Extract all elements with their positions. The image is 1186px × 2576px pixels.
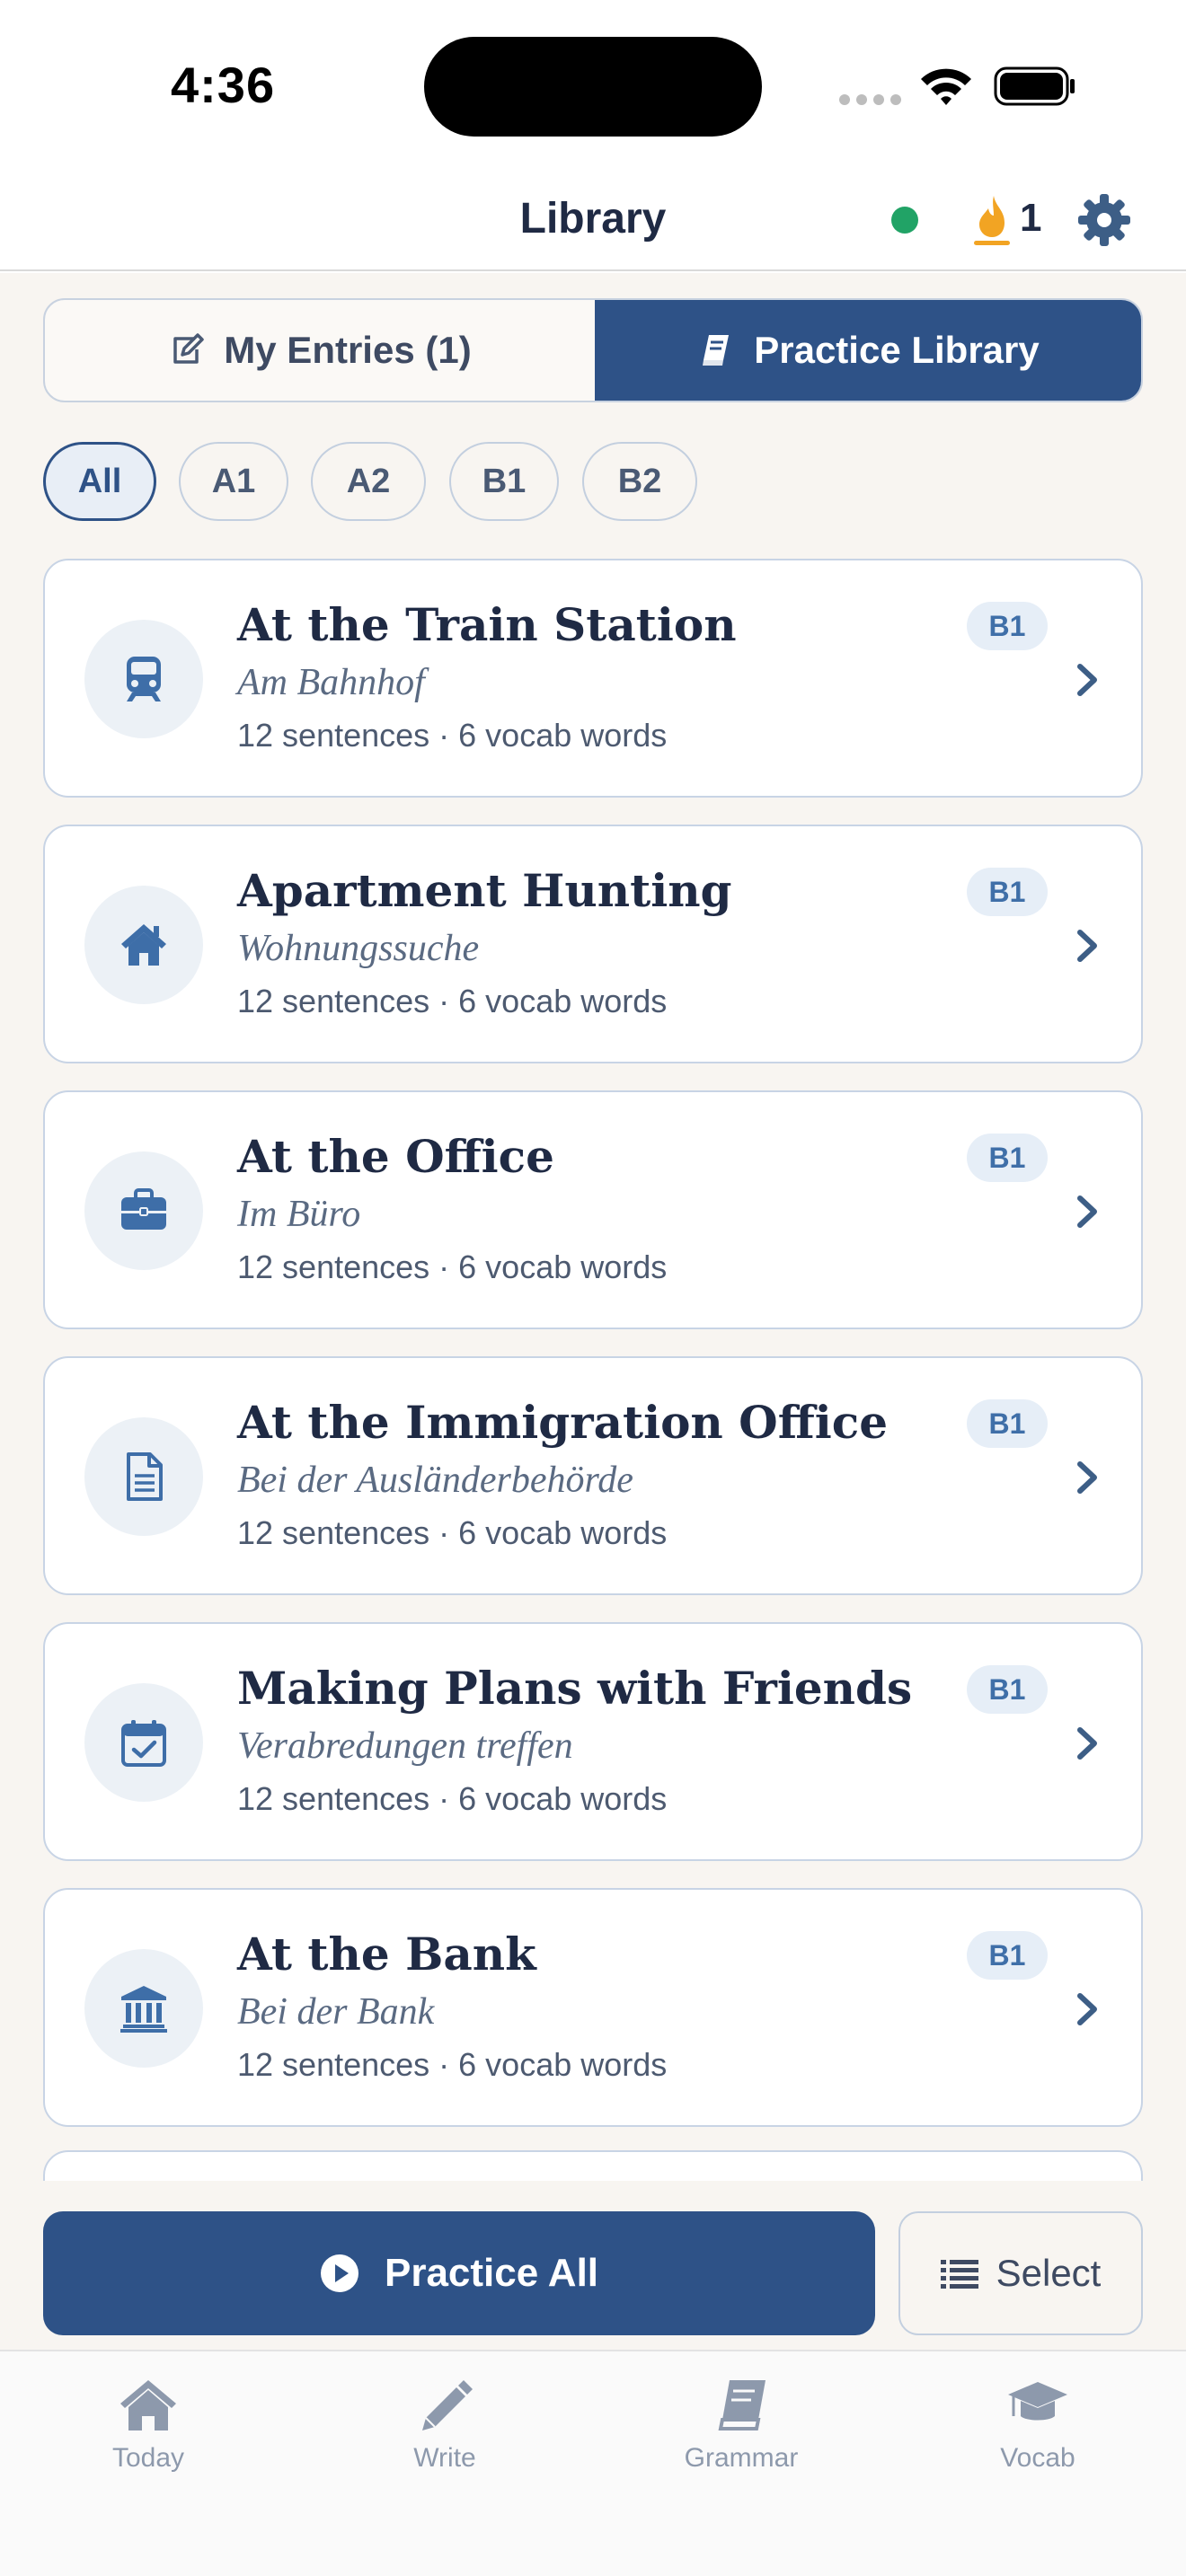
tab-vocab[interactable]: Vocab [890,2377,1186,2493]
train-icon [127,657,161,701]
level-badge: B1 [967,868,1048,916]
lesson-title: At the Train Station [237,598,737,651]
lesson-card[interactable]: At the Immigration Office Bei der Auslän… [43,1356,1143,1595]
tab-write[interactable]: Write [296,2377,593,2493]
bank-icon [120,1986,167,2033]
tab-vocab-label: Vocab [1000,2443,1075,2473]
book-icon [718,2380,766,2430]
lesson-subtitle: Am Bahnhof [237,662,425,703]
lesson-meta: 12 sentences · 6 vocab words [237,983,668,1019]
wifi-icon [921,68,971,105]
lesson-subtitle: Bei der Ausländerbehörde [237,1460,633,1501]
chevron-right-icon [1077,1993,1097,2025]
play-circle-icon [320,2254,358,2292]
tab-bar: Today Write Grammar Vocab [0,2350,1186,2576]
level-badge: B1 [967,1665,1048,1714]
lesson-meta: 12 sentences · 6 vocab words [237,2046,668,2083]
flame-icon[interactable] [970,192,1013,246]
lesson-title: Making Plans with Friends [237,1662,913,1715]
pencil-icon [422,2380,473,2430]
tab-my-entries-label: My Entries (1) [224,329,472,371]
tab-practice-library-label: Practice Library [754,329,1040,371]
edit-icon [173,333,205,364]
action-bar: Practice All Select [0,2181,1186,2350]
streak-count[interactable]: 1 [1020,196,1041,241]
house-icon [121,924,166,966]
status-bar: 4:36 [0,0,1186,171]
lesson-subtitle: Wohnungssuche [237,928,480,969]
tab-write-label: Write [413,2443,476,2473]
nav-header: Library 1 [0,171,1186,271]
lesson-meta: 12 sentences · 6 vocab words [237,1248,668,1285]
tab-practice-library[interactable]: Practice Library [595,300,1141,401]
level-badge: B1 [967,602,1048,650]
lesson-title: Apartment Hunting [237,864,732,917]
level-badge: B1 [967,1931,1048,1980]
library-content[interactable]: My Entries (1) Practice Library All A1 A… [0,273,1186,2181]
gear-icon[interactable] [1076,192,1132,248]
graduation-cap-icon [1008,2382,1067,2421]
practice-all-button[interactable]: Practice All [43,2211,875,2335]
lesson-title: At the Office [237,1130,554,1183]
house-icon [120,2380,176,2430]
lesson-card[interactable] [43,2150,1143,2181]
calendar-check-icon [121,1720,166,1767]
filter-chip-a1[interactable]: A1 [179,442,288,521]
lesson-icon-badge [84,1151,203,1270]
chevron-right-icon [1077,1195,1097,1228]
lesson-meta: 12 sentences · 6 vocab words [237,717,668,754]
lesson-card[interactable]: At the Office Im Büro 12 sentences · 6 v… [43,1090,1143,1329]
lesson-subtitle: Bei der Bank [237,1991,435,2033]
list-icon [940,2260,978,2289]
lesson-icon-badge [84,886,203,1004]
lesson-meta: 12 sentences · 6 vocab words [237,1780,668,1817]
chevron-right-icon [1077,664,1097,696]
cellular-signal-icon [839,94,902,105]
briefcase-icon [121,1188,166,1230]
battery-icon [994,66,1075,106]
dynamic-island [424,37,762,137]
lesson-title: At the Bank [237,1928,536,1981]
tab-my-entries[interactable]: My Entries (1) [45,300,595,401]
tab-today-label: Today [111,2443,185,2473]
lesson-icon-badge [84,1417,203,1536]
lesson-card[interactable]: At the Train Station Am Bahnhof 12 sente… [43,559,1143,798]
lesson-subtitle: Im Büro [237,1194,361,1235]
chevron-right-icon [1077,930,1097,962]
tab-grammar[interactable]: Grammar [593,2377,890,2493]
lesson-icon-badge [84,620,203,738]
lesson-title: At the Immigration Office [237,1396,889,1449]
lesson-subtitle: Verabredungen treffen [237,1725,573,1767]
status-time: 4:36 [171,57,276,113]
lesson-icon-badge [84,1683,203,1802]
book-icon [703,335,730,366]
filter-chip-b1[interactable]: B1 [449,442,559,521]
document-icon [127,1452,163,1501]
practice-all-label: Practice All [384,2251,599,2295]
library-segmented-control: My Entries (1) Practice Library [43,298,1143,402]
chevron-right-icon [1077,1727,1097,1760]
lesson-card[interactable]: Making Plans with Friends Verabredungen … [43,1622,1143,1861]
filter-chip-b2[interactable]: B2 [582,442,697,521]
filter-chip-all[interactable]: All [43,442,156,521]
chevron-right-icon [1077,1461,1097,1494]
select-label: Select [996,2252,1102,2294]
tab-grammar-label: Grammar [684,2443,799,2473]
filter-chip-a2[interactable]: A2 [311,442,426,521]
level-badge: B1 [967,1134,1048,1182]
tab-today[interactable]: Today [0,2377,296,2493]
lesson-card[interactable]: Apartment Hunting Wohnungssuche 12 sente… [43,825,1143,1063]
lesson-meta: 12 sentences · 6 vocab words [237,1514,668,1551]
level-badge: B1 [967,1399,1048,1448]
lesson-icon-badge [84,1949,203,2068]
lesson-card[interactable]: At the Bank Bei der Bank 12 sentences · … [43,1888,1143,2127]
online-status-dot [891,207,918,234]
select-button[interactable]: Select [898,2211,1143,2335]
